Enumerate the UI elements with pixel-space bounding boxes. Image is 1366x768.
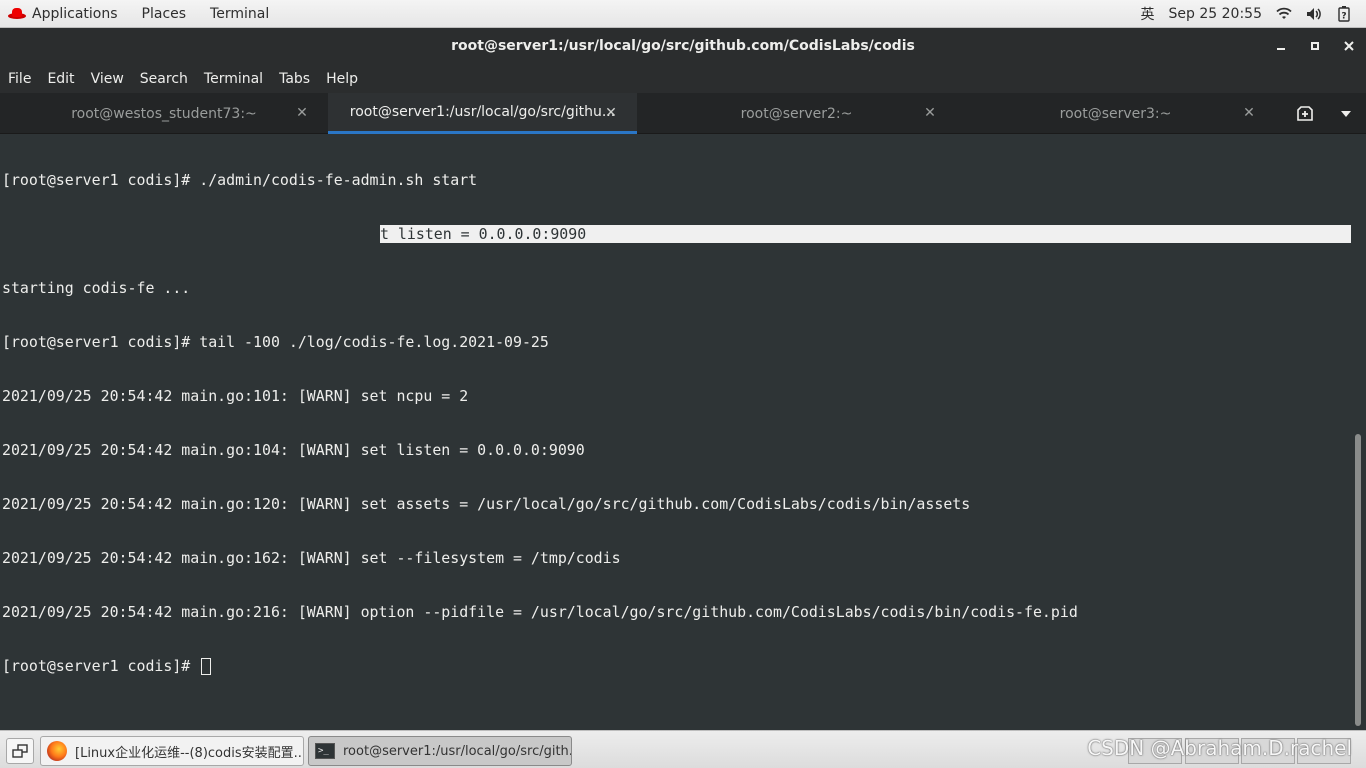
- terminal-line: 2021/09/25 20:54:42 main.go:216: [WARN] …: [2, 603, 1078, 621]
- menu-terminal[interactable]: Terminal: [196, 64, 271, 93]
- window-title: root@server1:/usr/local/go/src/github.co…: [451, 38, 915, 54]
- terminal-text: [root@server1 codis]# ./admin/codis-fe-a…: [2, 135, 1078, 711]
- terminal-line: starting codis-fe ...: [2, 279, 191, 297]
- terminal-line: 2021/09/25 20:54:42 main.go:104: [WARN] …: [2, 441, 585, 459]
- show-desktop-button[interactable]: [6, 738, 34, 764]
- menu-file[interactable]: File: [0, 64, 39, 93]
- tab-server1[interactable]: root@server1:/usr/local/go/src/githu... …: [328, 93, 637, 134]
- menu-edit[interactable]: Edit: [39, 64, 82, 93]
- menu-help[interactable]: Help: [318, 64, 366, 93]
- terminal-scrollbar[interactable]: [1355, 434, 1361, 726]
- window-controls: [1272, 28, 1358, 64]
- menu-bar: File Edit View Search Terminal Tabs Help: [0, 64, 1366, 93]
- maximize-button[interactable]: [1306, 37, 1324, 55]
- tab-label: root@server1:/usr/local/go/src/githu...: [349, 104, 616, 120]
- terminal-icon: >_: [315, 743, 335, 759]
- terminal-prompt: [root@server1 codis]#: [2, 657, 200, 675]
- taskbar-item-terminal[interactable]: >_ root@server1:/usr/local/go/src/gith..…: [308, 736, 572, 766]
- places-menu[interactable]: Places: [130, 0, 199, 28]
- terminal-app-menu[interactable]: Terminal: [198, 0, 281, 28]
- tab-close-icon[interactable]: ✕: [922, 105, 938, 121]
- places-label: Places: [141, 5, 187, 22]
- applications-label: Applications: [32, 5, 118, 22]
- terminal-line: 2021/09/25 20:54:42 main.go:101: [WARN] …: [2, 387, 469, 405]
- tab-label: root@server2:~: [740, 105, 853, 122]
- selected-text: t listen = 0.0.0.0:9090: [380, 225, 587, 243]
- input-method-indicator[interactable]: 英: [1141, 4, 1155, 24]
- wifi-icon[interactable]: [1276, 6, 1292, 22]
- system-tray: 英 Sep 25 20:55 ?: [1141, 0, 1366, 28]
- top-panel: Applications Places Terminal 英 Sep 25 20…: [0, 0, 1366, 28]
- taskbar-item-firefox[interactable]: [Linux企业化运维--(8)codis安装配置...: [40, 736, 304, 766]
- terminal-line: [root@server1 codis]# tail -100 ./log/co…: [2, 333, 549, 351]
- csdn-watermark: CSDN @Abraham.D.rachel: [1087, 736, 1352, 760]
- terminal-line: 2021/09/25 20:54:42 main.go:162: [WARN] …: [2, 549, 621, 567]
- tab-server2[interactable]: root@server2:~ ✕: [637, 93, 956, 134]
- terminal-cursor: [201, 658, 212, 675]
- menu-search[interactable]: Search: [132, 64, 196, 93]
- tab-server3[interactable]: root@server3:~ ✕: [956, 93, 1275, 134]
- redhat-logo-icon: [8, 7, 26, 20]
- close-button[interactable]: [1340, 37, 1358, 55]
- tab-close-icon[interactable]: ✕: [603, 105, 619, 121]
- tab-list-chevron-down-icon[interactable]: [1336, 103, 1356, 125]
- taskbar-item-label: root@server1:/usr/local/go/src/gith...: [343, 743, 572, 759]
- taskbar: [Linux企业化运维--(8)codis安装配置... >_ root@ser…: [0, 730, 1366, 768]
- new-tab-icon[interactable]: [1294, 103, 1316, 125]
- terminal-line: 2021/09/25 20:54:42 main.go:120: [WARN] …: [2, 495, 971, 513]
- applications-menu[interactable]: Applications: [0, 0, 130, 28]
- taskbar-item-label: [Linux企业化运维--(8)codis安装配置...: [75, 745, 304, 761]
- menu-view[interactable]: View: [83, 64, 132, 93]
- terminal-prompt-line: [root@server1 codis]#: [2, 657, 1078, 675]
- tab-label: root@server3:~: [1059, 105, 1172, 122]
- window-titlebar[interactable]: root@server1:/usr/local/go/src/github.co…: [0, 28, 1366, 64]
- tab-close-icon[interactable]: ✕: [294, 105, 310, 121]
- tab-label: root@westos_student73:~: [71, 105, 257, 122]
- clock[interactable]: Sep 25 20:55: [1169, 6, 1262, 22]
- terminal-output[interactable]: [root@server1 codis]# ./admin/codis-fe-a…: [0, 134, 1366, 730]
- firefox-icon: [47, 741, 67, 761]
- terminal-line: [root@server1 codis]# ./admin/codis-fe-a…: [2, 171, 478, 189]
- volume-icon[interactable]: [1306, 6, 1322, 22]
- tab-close-icon[interactable]: ✕: [1241, 105, 1257, 121]
- battery-unknown-icon[interactable]: ?: [1336, 6, 1352, 22]
- menu-tabs[interactable]: Tabs: [271, 64, 318, 93]
- tab-bar: root@westos_student73:~ ✕ root@server1:/…: [0, 93, 1366, 134]
- svg-text:?: ?: [1341, 12, 1346, 22]
- tab-westos-student73[interactable]: root@westos_student73:~ ✕: [0, 93, 328, 134]
- terminal-app-label: Terminal: [210, 5, 270, 22]
- minimize-button[interactable]: [1272, 37, 1290, 55]
